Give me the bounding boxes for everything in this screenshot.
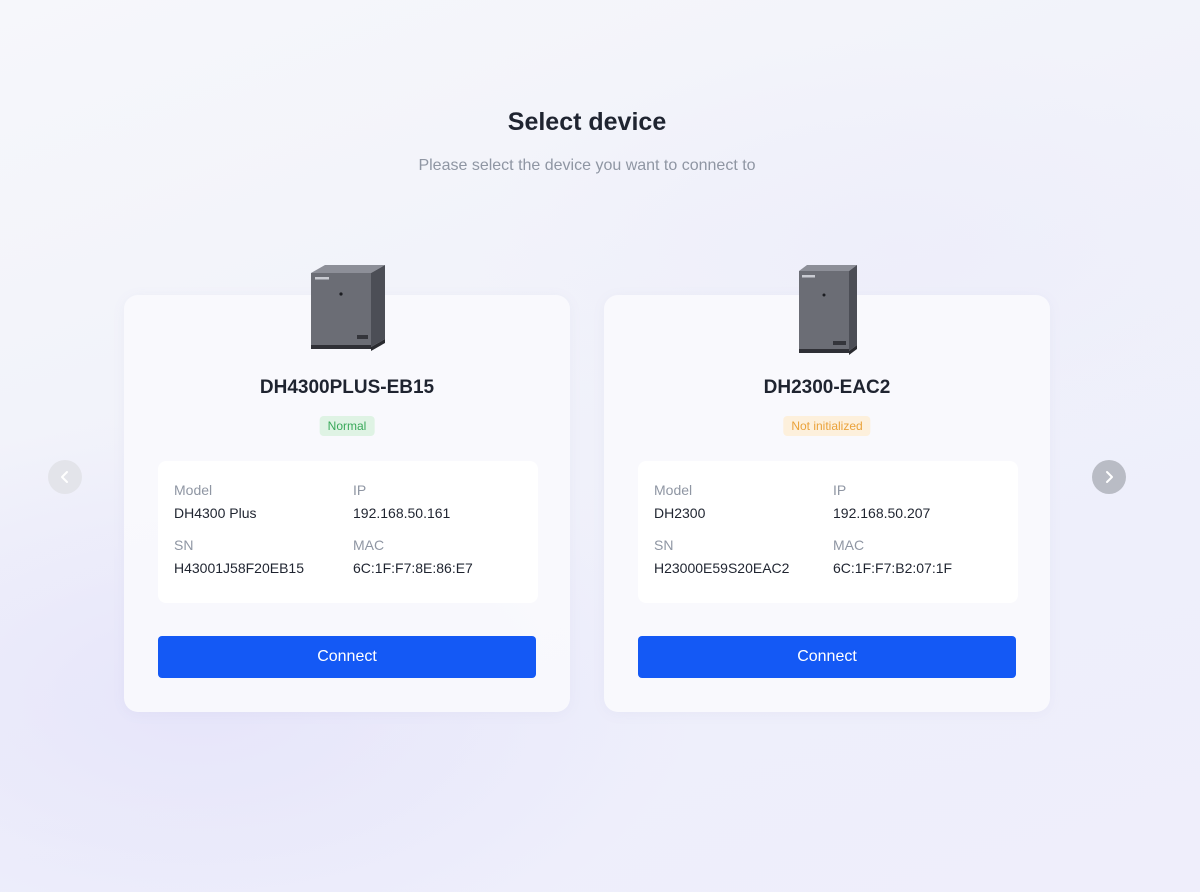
chevron-left-icon <box>61 471 68 483</box>
device-info-panel: Model DH2300 IP 192.168.50.207 SN H23000… <box>638 461 1018 603</box>
connect-button[interactable]: Connect <box>638 636 1016 678</box>
model-label: Model <box>654 482 693 498</box>
model-label: Model <box>174 482 213 498</box>
previous-button[interactable] <box>48 460 82 494</box>
device-info-panel: Model DH4300 Plus IP 192.168.50.161 SN H… <box>158 461 538 603</box>
nas-device-image <box>311 265 385 351</box>
connect-button[interactable]: Connect <box>158 636 536 678</box>
model-value: DH2300 <box>654 505 706 521</box>
sn-value: H23000E59S20EAC2 <box>654 560 790 576</box>
ip-label: IP <box>833 482 847 498</box>
ip-value: 192.168.50.207 <box>833 505 931 521</box>
device-card[interactable]: DH4300PLUS-EB15 Normal Model DH4300 Plus… <box>124 265 570 712</box>
page-subtitle: Please select the device you want to con… <box>418 157 756 174</box>
mac-value: 6C:1F:F7:B2:07:1F <box>833 560 953 576</box>
status-badge: Normal <box>319 416 375 436</box>
chevron-right-icon <box>1106 471 1113 483</box>
page-title: Select device <box>507 108 667 136</box>
mac-label: MAC <box>353 537 385 553</box>
model-value: DH4300 Plus <box>174 505 257 521</box>
device-card[interactable]: DH2300-EAC2 Not initialized Model DH2300… <box>604 265 1050 712</box>
sn-value: H43001J58F20EB15 <box>174 560 304 576</box>
device-name: DH4300PLUS-EB15 <box>259 377 435 398</box>
next-button[interactable] <box>1092 460 1126 494</box>
ip-label: IP <box>353 482 367 498</box>
nas-device-image <box>799 265 857 355</box>
device-name: DH2300-EAC2 <box>763 377 891 398</box>
sn-label: SN <box>654 537 674 553</box>
status-badge: Not initialized <box>783 416 871 436</box>
mac-value: 6C:1F:F7:8E:86:E7 <box>353 560 473 576</box>
ip-value: 192.168.50.161 <box>353 505 451 521</box>
mac-label: MAC <box>833 537 865 553</box>
sn-label: SN <box>174 537 194 553</box>
